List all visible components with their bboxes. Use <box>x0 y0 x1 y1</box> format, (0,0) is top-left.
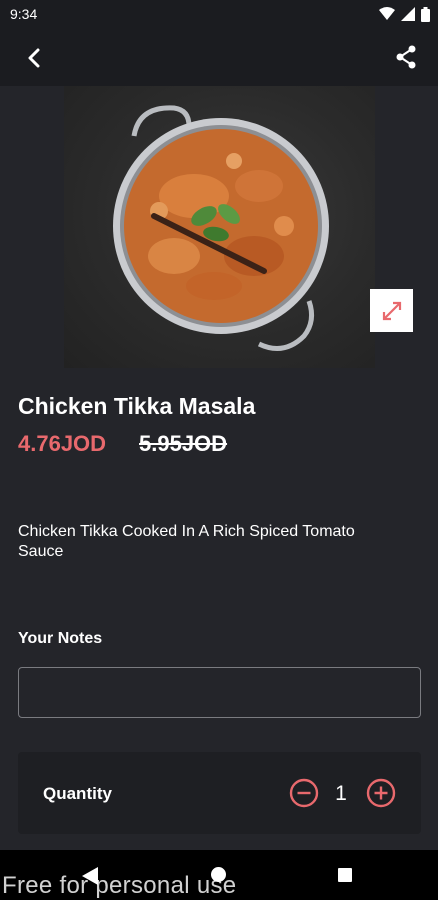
status-time: 9:34 <box>10 6 38 22</box>
notes-label: Your Notes <box>18 630 103 647</box>
watermark-text: Free for personal use <box>2 872 237 899</box>
share-icon <box>396 45 416 69</box>
signal-icon <box>401 7 415 21</box>
curry-bowl-image <box>113 105 329 351</box>
nav-recents-button[interactable] <box>338 868 352 882</box>
current-price: 4.76JOD <box>18 431 107 456</box>
minus-circle-icon[interactable] <box>289 778 319 808</box>
quantity-value: 1 <box>335 782 347 805</box>
product-description: Chicken Tikka Cooked In A Rich Spiced To… <box>18 523 355 560</box>
plus-circle-icon[interactable] <box>366 778 396 808</box>
wifi-icon <box>379 7 395 20</box>
notes-input[interactable] <box>18 667 421 718</box>
product-title: Chicken Tikka Masala <box>18 393 256 419</box>
status-icons <box>379 6 430 22</box>
battery-icon <box>421 6 430 22</box>
app-bar <box>0 28 438 86</box>
expand-image-button[interactable] <box>370 289 413 332</box>
back-button[interactable] <box>18 42 50 74</box>
original-price: 5.95JOD <box>139 431 228 456</box>
back-arrow-icon <box>28 48 40 68</box>
product-photo[interactable] <box>64 86 375 368</box>
status-bar: 9:34 <box>0 0 438 28</box>
expand-icon <box>382 301 401 320</box>
quantity-card: Quantity 1 <box>18 752 421 834</box>
quantity-label: Quantity <box>43 784 112 803</box>
share-button[interactable] <box>390 41 422 73</box>
